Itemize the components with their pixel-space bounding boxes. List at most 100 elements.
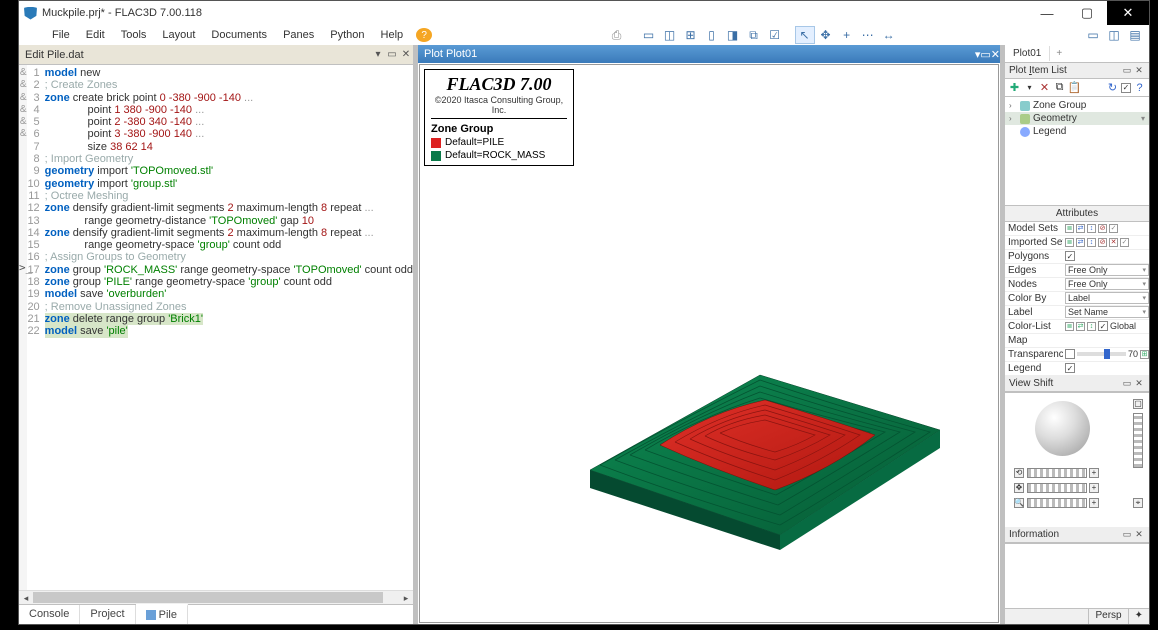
pan-plus-icon[interactable]: + — [1089, 483, 1099, 493]
menu-panes[interactable]: Panes — [275, 27, 322, 43]
toolbar-measure-icon[interactable]: ↔ — [879, 26, 899, 44]
attr-color-by[interactable]: Color ByLabel▾ — [1005, 292, 1149, 306]
plot-viewport[interactable]: FLAC3D 7.00 ©2020 Itasca Consulting Grou… — [419, 64, 999, 623]
menu-documents[interactable]: Documents — [203, 27, 275, 43]
view-zoom-ruler[interactable] — [1027, 498, 1087, 508]
toolbar-win2-icon[interactable]: ◫ — [1104, 26, 1124, 44]
panel-restore-icon[interactable]: ▭ — [1121, 378, 1133, 389]
panel-restore-icon[interactable]: ▭ — [1121, 65, 1133, 76]
tool-copy-icon[interactable]: ⧉ — [1053, 81, 1066, 94]
plot-tab-close-icon[interactable]: ✕ — [991, 48, 1000, 61]
pan-icon[interactable]: ✥ — [1014, 483, 1024, 493]
swatch-rock — [431, 151, 441, 161]
code-source[interactable]: model new ; Create Zones zone create bri… — [45, 65, 413, 590]
menu-tools[interactable]: Tools — [113, 27, 155, 43]
tree-geometry[interactable]: Geometry — [1033, 113, 1077, 124]
status-axes-icon[interactable]: ✦ — [1128, 609, 1149, 624]
plot-tab-restore-icon[interactable]: ▭ — [980, 48, 990, 61]
view-reset-icon[interactable]: ⌖ — [1133, 498, 1143, 508]
editor-hscrollbar[interactable]: ◂ ▸ — [19, 590, 413, 604]
toolbar-cursor-icon[interactable]: ↖ — [795, 26, 815, 44]
panel-close-icon[interactable]: ✕ — [1133, 65, 1145, 76]
status-view-mode[interactable]: Persp — [1088, 609, 1127, 624]
tree-menu-icon[interactable]: ▾ — [1141, 114, 1145, 123]
close-button[interactable]: ✕ — [1107, 1, 1149, 25]
toolbar-win1-icon[interactable]: ▭ — [1083, 26, 1103, 44]
menu-file[interactable]: File — [44, 27, 78, 43]
toolbar-add-icon[interactable]: + — [837, 26, 857, 44]
toolbar-layout4-icon[interactable]: ▯ — [702, 26, 722, 44]
tool-paste-icon[interactable]: 📋 — [1068, 81, 1081, 94]
plot-tab-title[interactable]: Plot Plot01 — [424, 48, 477, 60]
attr-color-list[interactable]: Color-List≣⇄↕✓Global — [1005, 320, 1149, 334]
maximize-button[interactable]: ▢ — [1067, 1, 1107, 25]
help-icon[interactable]: ? — [416, 28, 432, 42]
toolbar-layout5-icon[interactable]: ◨ — [723, 26, 743, 44]
panel-close-icon[interactable]: ✕ — [1133, 529, 1145, 540]
tree-zone-group[interactable]: Zone Group — [1033, 100, 1086, 111]
editor-tab-close-icon[interactable]: ✕ — [399, 49, 413, 60]
tab-project[interactable]: Project — [80, 605, 135, 624]
attr-transparency[interactable]: Transparency70⊞ — [1005, 348, 1149, 362]
editor-tab-title[interactable]: Edit Pile.dat — [25, 49, 84, 61]
plot-item-tree[interactable]: › Zone Group › Geometry ▾ Legend — [1005, 97, 1149, 140]
tool-refresh-icon[interactable]: ↻ — [1106, 81, 1119, 94]
menu-edit[interactable]: Edit — [78, 27, 113, 43]
terrain-3d[interactable] — [580, 320, 950, 550]
expand-icon[interactable]: › — [1009, 101, 1017, 110]
toolbar-layout2-icon[interactable]: ◫ — [660, 26, 680, 44]
tool-add-icon[interactable]: ✚ — [1008, 81, 1021, 94]
attr-map[interactable]: Map — [1005, 334, 1149, 348]
rotate-plus-icon[interactable]: + — [1089, 468, 1099, 478]
attr-edges[interactable]: EdgesFree Only▾ — [1005, 264, 1149, 278]
breakpoint-gutter[interactable]: & & & & & & — [19, 65, 27, 590]
attr-nodes[interactable]: NodesFree Only▾ — [1005, 278, 1149, 292]
view-screenshot-icon[interactable]: ▢ — [1133, 399, 1143, 409]
toolbar-layout1-icon[interactable]: ▭ — [639, 26, 659, 44]
menu-python[interactable]: Python — [322, 27, 372, 43]
prompt-indicator: >_ — [19, 262, 32, 274]
tool-dropdown-icon[interactable]: ▾ — [1023, 81, 1036, 94]
view-pan-ruler[interactable] — [1027, 483, 1087, 493]
right-tab-add-icon[interactable]: + — [1050, 46, 1068, 61]
editor-tab-dropdown-icon[interactable]: ▾ — [371, 49, 385, 60]
expand-icon[interactable]: › — [1009, 114, 1017, 123]
right-tab-plot01[interactable]: Plot01 — [1005, 46, 1050, 61]
scroll-right-icon[interactable]: ▸ — [399, 591, 413, 605]
zone-group-icon — [1020, 101, 1030, 111]
rotate-icon[interactable]: ⟲ — [1014, 468, 1024, 478]
tree-legend[interactable]: Legend — [1033, 126, 1066, 137]
scroll-thumb[interactable] — [33, 592, 383, 603]
toolbar-layout7-icon[interactable]: ☑ — [765, 26, 785, 44]
tab-pile[interactable]: Pile — [136, 604, 188, 624]
editor-tab-restore-icon[interactable]: ▭ — [385, 49, 399, 60]
toolbar-win3-icon[interactable]: ▤ — [1125, 26, 1145, 44]
tab-console[interactable]: Console — [19, 605, 80, 624]
orbit-sphere[interactable] — [1035, 401, 1090, 456]
panel-restore-icon[interactable]: ▭ — [1121, 529, 1133, 540]
attr-polygons[interactable]: Polygons✓ — [1005, 250, 1149, 264]
toolbar-print-icon[interactable]: ⎙ — [607, 26, 627, 44]
attr-legend[interactable]: Legend✓ — [1005, 362, 1149, 376]
toolbar-layout3-icon[interactable]: ⊞ — [681, 26, 701, 44]
view-vruler[interactable] — [1133, 413, 1143, 468]
zoom-plus-icon[interactable]: + — [1089, 498, 1099, 508]
attr-model-sets[interactable]: Model Sets≣⇄↕⊘✓ — [1005, 222, 1149, 236]
tool-delete-icon[interactable]: ✕ — [1038, 81, 1051, 94]
toolbar-more-icon[interactable]: ⋯ — [858, 26, 878, 44]
tool-checkbox[interactable]: ✓ — [1121, 83, 1131, 93]
view-shift-panel[interactable]: ▢ ⟲ + ✥ + 🔍 + ⌖ — [1005, 392, 1149, 527]
menu-layout[interactable]: Layout — [154, 27, 203, 43]
panel-close-icon[interactable]: ✕ — [1133, 378, 1145, 389]
view-rotate-ruler[interactable] — [1027, 468, 1087, 478]
zoom-icon[interactable]: 🔍 — [1014, 498, 1024, 508]
tool-help-icon[interactable]: ? — [1133, 81, 1146, 94]
code-editor[interactable]: & & & & & & 1 2 3 4 5 6 7 8 9 10 11 12 1… — [19, 65, 413, 590]
menu-help[interactable]: Help — [373, 27, 412, 43]
minimize-button[interactable]: — — [1027, 1, 1067, 25]
toolbar-pan-icon[interactable]: ✥ — [816, 26, 836, 44]
toolbar-layout6-icon[interactable]: ⧉ — [744, 26, 764, 44]
scroll-left-icon[interactable]: ◂ — [19, 591, 33, 605]
attr-imported-sets[interactable]: Imported Sets≣⇄↕⊘✕✓ — [1005, 236, 1149, 250]
attr-label[interactable]: LabelSet Name▾ — [1005, 306, 1149, 320]
